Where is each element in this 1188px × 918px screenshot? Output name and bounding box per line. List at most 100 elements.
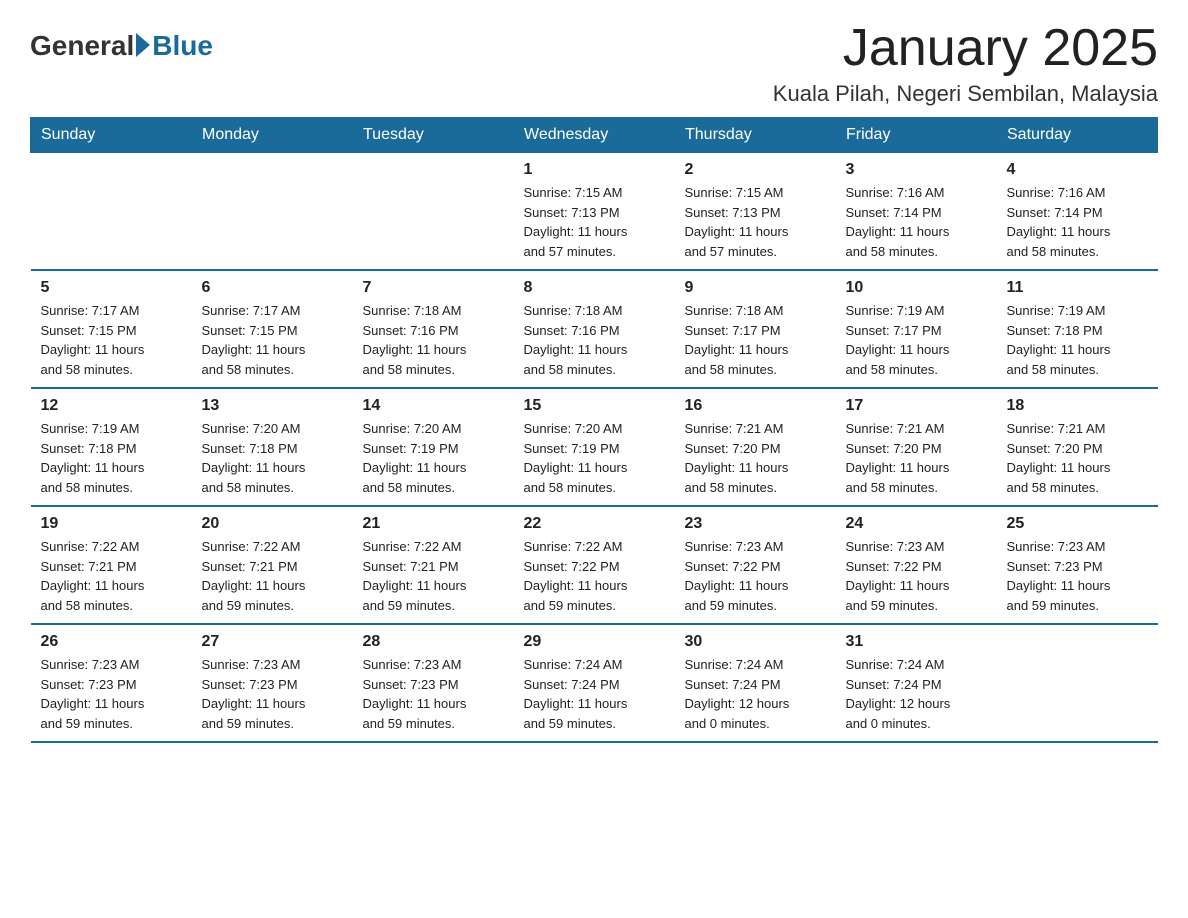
calendar-day-cell: 11 Sunrise: 7:19 AM Sunset: 7:18 PM Dayli… [997, 270, 1158, 388]
day-info: Sunrise: 7:20 AM Sunset: 7:18 PM Dayligh… [202, 419, 343, 497]
day-number: 11 [1007, 279, 1148, 297]
weekday-header-sunday: Sunday [31, 118, 192, 153]
calendar-day-cell [31, 153, 192, 271]
day-number: 1 [524, 161, 665, 179]
day-info: Sunrise: 7:17 AM Sunset: 7:15 PM Dayligh… [202, 301, 343, 379]
day-number: 27 [202, 633, 343, 651]
calendar-day-cell: 3 Sunrise: 7:16 AM Sunset: 7:14 PM Daylig… [836, 153, 997, 271]
day-info: Sunrise: 7:16 AM Sunset: 7:14 PM Dayligh… [1007, 183, 1148, 261]
day-number: 6 [202, 279, 343, 297]
day-number: 3 [846, 161, 987, 179]
calendar-week-row: 26 Sunrise: 7:23 AM Sunset: 7:23 PM Dayli… [31, 624, 1158, 742]
day-info: Sunrise: 7:22 AM Sunset: 7:21 PM Dayligh… [202, 537, 343, 615]
calendar-day-cell: 17 Sunrise: 7:21 AM Sunset: 7:20 PM Dayli… [836, 388, 997, 506]
calendar-week-row: 12 Sunrise: 7:19 AM Sunset: 7:18 PM Dayli… [31, 388, 1158, 506]
day-info: Sunrise: 7:23 AM Sunset: 7:22 PM Dayligh… [846, 537, 987, 615]
weekday-header-monday: Monday [192, 118, 353, 153]
calendar-day-cell: 4 Sunrise: 7:16 AM Sunset: 7:14 PM Daylig… [997, 153, 1158, 271]
calendar-day-cell: 30Sunrise: 7:24 AM Sunset: 7:24 PM Dayli… [675, 624, 836, 742]
calendar-table: SundayMondayTuesdayWednesdayThursdayFrid… [30, 117, 1158, 743]
day-number: 18 [1007, 397, 1148, 415]
day-info: Sunrise: 7:18 AM Sunset: 7:16 PM Dayligh… [524, 301, 665, 379]
calendar-day-cell: 9 Sunrise: 7:18 AM Sunset: 7:17 PM Daylig… [675, 270, 836, 388]
calendar-day-cell: 10Sunrise: 7:19 AM Sunset: 7:17 PM Dayli… [836, 270, 997, 388]
day-info: Sunrise: 7:15 AM Sunset: 7:13 PM Dayligh… [685, 183, 826, 261]
day-number: 24 [846, 515, 987, 533]
day-info: Sunrise: 7:24 AM Sunset: 7:24 PM Dayligh… [524, 655, 665, 733]
calendar-day-cell: 1 Sunrise: 7:15 AM Sunset: 7:13 PM Daylig… [514, 153, 675, 271]
month-title: January 2025 [773, 20, 1158, 77]
logo-general-text: General [30, 30, 134, 62]
calendar-day-cell: 25Sunrise: 7:23 AM Sunset: 7:23 PM Dayli… [997, 506, 1158, 624]
day-number: 22 [524, 515, 665, 533]
calendar-day-cell: 15Sunrise: 7:20 AM Sunset: 7:19 PM Dayli… [514, 388, 675, 506]
calendar-day-cell: 5Sunrise: 7:17 AM Sunset: 7:15 PM Daylig… [31, 270, 192, 388]
day-number: 14 [363, 397, 504, 415]
logo: General Blue [30, 30, 213, 62]
day-info: Sunrise: 7:23 AM Sunset: 7:23 PM Dayligh… [202, 655, 343, 733]
day-number: 4 [1007, 161, 1148, 179]
day-info: Sunrise: 7:21 AM Sunset: 7:20 PM Dayligh… [1007, 419, 1148, 497]
calendar-day-cell: 26 Sunrise: 7:23 AM Sunset: 7:23 PM Dayli… [31, 624, 192, 742]
calendar-week-row: 5Sunrise: 7:17 AM Sunset: 7:15 PM Daylig… [31, 270, 1158, 388]
calendar-day-cell: 29 Sunrise: 7:24 AM Sunset: 7:24 PM Dayli… [514, 624, 675, 742]
day-info: Sunrise: 7:23 AM Sunset: 7:23 PM Dayligh… [41, 655, 182, 733]
day-info: Sunrise: 7:19 AM Sunset: 7:18 PM Dayligh… [41, 419, 182, 497]
day-number: 16 [685, 397, 826, 415]
day-number: 7 [363, 279, 504, 297]
day-number: 26 [41, 633, 182, 651]
weekday-header-tuesday: Tuesday [353, 118, 514, 153]
calendar-day-cell: 19 Sunrise: 7:22 AM Sunset: 7:21 PM Dayli… [31, 506, 192, 624]
day-info: Sunrise: 7:18 AM Sunset: 7:16 PM Dayligh… [363, 301, 504, 379]
day-number: 2 [685, 161, 826, 179]
calendar-day-cell: 27 Sunrise: 7:23 AM Sunset: 7:23 PM Dayli… [192, 624, 353, 742]
day-number: 19 [41, 515, 182, 533]
calendar-day-cell: 31 Sunrise: 7:24 AM Sunset: 7:24 PM Dayli… [836, 624, 997, 742]
day-number: 28 [363, 633, 504, 651]
day-info: Sunrise: 7:17 AM Sunset: 7:15 PM Dayligh… [41, 301, 182, 379]
day-number: 20 [202, 515, 343, 533]
calendar-day-cell: 6 Sunrise: 7:17 AM Sunset: 7:15 PM Daylig… [192, 270, 353, 388]
calendar-day-cell [353, 153, 514, 271]
day-info: Sunrise: 7:22 AM Sunset: 7:21 PM Dayligh… [41, 537, 182, 615]
day-info: Sunrise: 7:20 AM Sunset: 7:19 PM Dayligh… [524, 419, 665, 497]
location-title: Kuala Pilah, Negeri Sembilan, Malaysia [773, 81, 1158, 107]
day-info: Sunrise: 7:21 AM Sunset: 7:20 PM Dayligh… [846, 419, 987, 497]
day-info: Sunrise: 7:16 AM Sunset: 7:14 PM Dayligh… [846, 183, 987, 261]
calendar-day-cell: 22Sunrise: 7:22 AM Sunset: 7:22 PM Dayli… [514, 506, 675, 624]
calendar-day-cell: 12 Sunrise: 7:19 AM Sunset: 7:18 PM Dayli… [31, 388, 192, 506]
logo-arrow-icon [136, 33, 150, 57]
day-number: 12 [41, 397, 182, 415]
calendar-day-cell: 20 Sunrise: 7:22 AM Sunset: 7:21 PM Dayli… [192, 506, 353, 624]
weekday-header-wednesday: Wednesday [514, 118, 675, 153]
calendar-week-row: 19 Sunrise: 7:22 AM Sunset: 7:21 PM Dayli… [31, 506, 1158, 624]
title-section: January 2025 Kuala Pilah, Negeri Sembila… [773, 20, 1158, 107]
day-info: Sunrise: 7:19 AM Sunset: 7:18 PM Dayligh… [1007, 301, 1148, 379]
calendar-day-cell: 7 Sunrise: 7:18 AM Sunset: 7:16 PM Daylig… [353, 270, 514, 388]
calendar-day-cell: 8Sunrise: 7:18 AM Sunset: 7:16 PM Daylig… [514, 270, 675, 388]
calendar-day-cell: 28 Sunrise: 7:23 AM Sunset: 7:23 PM Dayli… [353, 624, 514, 742]
weekday-header-saturday: Saturday [997, 118, 1158, 153]
day-number: 25 [1007, 515, 1148, 533]
day-number: 21 [363, 515, 504, 533]
day-number: 31 [846, 633, 987, 651]
calendar-day-cell: 18 Sunrise: 7:21 AM Sunset: 7:20 PM Dayli… [997, 388, 1158, 506]
calendar-day-cell: 2 Sunrise: 7:15 AM Sunset: 7:13 PM Daylig… [675, 153, 836, 271]
day-number: 29 [524, 633, 665, 651]
day-number: 13 [202, 397, 343, 415]
day-number: 17 [846, 397, 987, 415]
calendar-day-cell: 14 Sunrise: 7:20 AM Sunset: 7:19 PM Dayli… [353, 388, 514, 506]
calendar-day-cell [997, 624, 1158, 742]
day-info: Sunrise: 7:15 AM Sunset: 7:13 PM Dayligh… [524, 183, 665, 261]
weekday-header-friday: Friday [836, 118, 997, 153]
day-info: Sunrise: 7:23 AM Sunset: 7:22 PM Dayligh… [685, 537, 826, 615]
day-info: Sunrise: 7:20 AM Sunset: 7:19 PM Dayligh… [363, 419, 504, 497]
day-number: 23 [685, 515, 826, 533]
day-number: 9 [685, 279, 826, 297]
day-info: Sunrise: 7:23 AM Sunset: 7:23 PM Dayligh… [363, 655, 504, 733]
day-info: Sunrise: 7:24 AM Sunset: 7:24 PM Dayligh… [846, 655, 987, 733]
calendar-day-cell: 24 Sunrise: 7:23 AM Sunset: 7:22 PM Dayli… [836, 506, 997, 624]
day-number: 10 [846, 279, 987, 297]
day-info: Sunrise: 7:18 AM Sunset: 7:17 PM Dayligh… [685, 301, 826, 379]
day-info: Sunrise: 7:22 AM Sunset: 7:21 PM Dayligh… [363, 537, 504, 615]
